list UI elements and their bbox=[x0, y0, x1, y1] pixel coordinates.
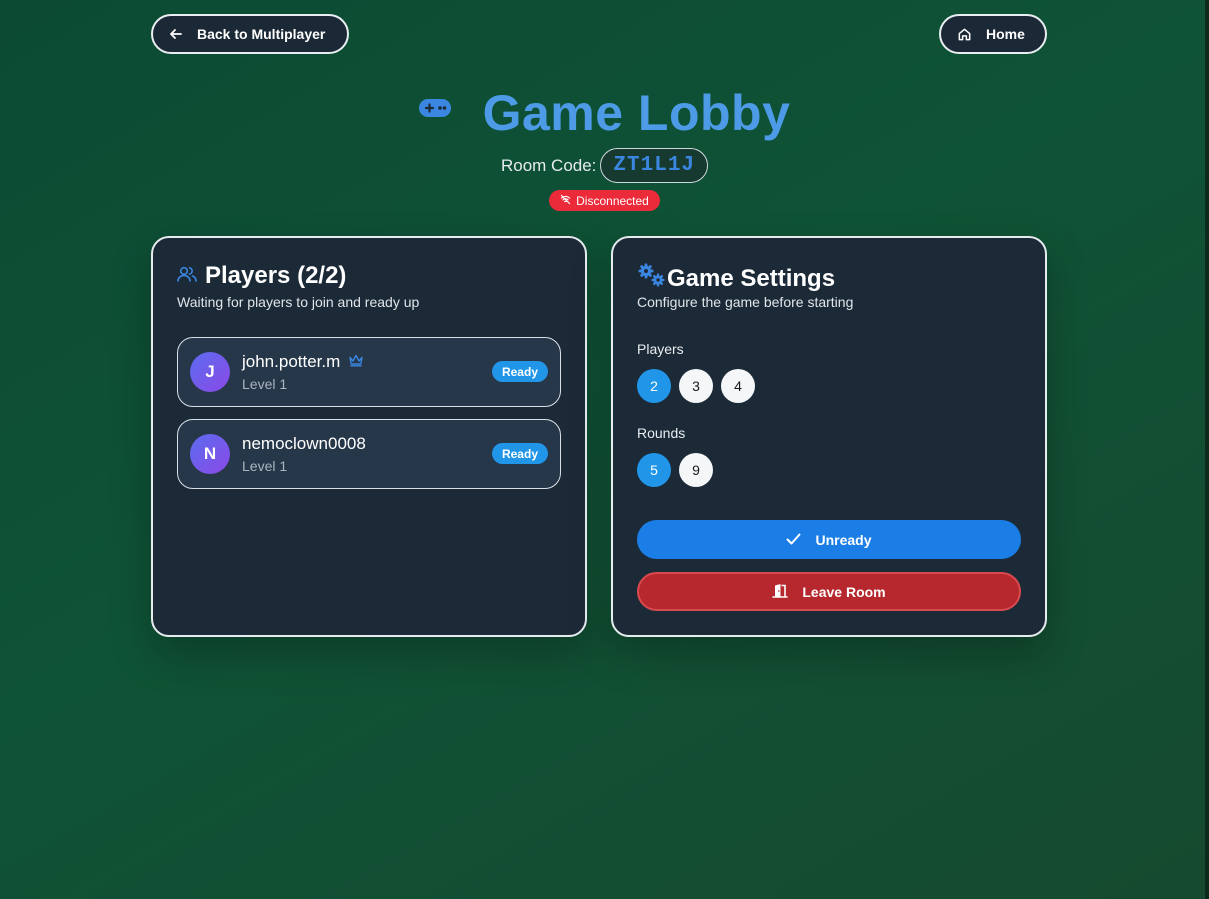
avatar: N bbox=[190, 434, 230, 474]
ready-badge: Ready bbox=[491, 443, 548, 464]
players-count-label: Players bbox=[637, 341, 684, 357]
leave-room-button[interactable]: Leave Room bbox=[637, 572, 1021, 611]
player-level: Level 1 bbox=[242, 376, 288, 392]
users-icon bbox=[177, 262, 197, 290]
connection-status-text: Disconnected bbox=[576, 193, 649, 208]
player-name: nemoclown0008 bbox=[242, 434, 366, 453]
players-card-header: Players (2/2) bbox=[177, 262, 346, 290]
player-row: N nemoclown0008 Level 1 Ready bbox=[177, 419, 561, 489]
settings-card-header: Game Settings bbox=[637, 262, 835, 295]
rounds-option-5[interactable]: 5 bbox=[637, 453, 671, 487]
gears-icon bbox=[637, 262, 667, 295]
avatar: J bbox=[190, 352, 230, 392]
back-button-label: Back to Multiplayer bbox=[197, 26, 326, 42]
gamepad-icon bbox=[418, 98, 451, 123]
unready-button-label: Unready bbox=[815, 531, 872, 548]
players-option-3[interactable]: 3 bbox=[679, 369, 713, 403]
players-card: Players (2/2) Waiting for players to joi… bbox=[151, 236, 587, 637]
room-code[interactable]: ZT1L1J bbox=[600, 148, 709, 183]
player-level: Level 1 bbox=[242, 458, 288, 474]
players-count-options: 2 3 4 bbox=[637, 369, 755, 403]
ready-badge: Ready bbox=[491, 361, 548, 382]
door-exit-icon bbox=[772, 583, 789, 601]
rounds-option-9[interactable]: 9 bbox=[679, 453, 713, 487]
home-button-label: Home bbox=[986, 26, 1025, 42]
players-option-2[interactable]: 2 bbox=[637, 369, 671, 403]
room-code-row: Room Code: ZT1L1J bbox=[0, 148, 1209, 183]
home-icon bbox=[957, 27, 972, 42]
rounds-label: Rounds bbox=[637, 425, 686, 441]
page-title: Game Lobby bbox=[482, 85, 791, 141]
page-header: Game Lobby bbox=[0, 84, 1209, 142]
status-row: Disconnected bbox=[0, 190, 1209, 211]
players-card-title: Players (2/2) bbox=[205, 262, 347, 289]
player-name: john.potter.m bbox=[242, 352, 341, 371]
arrow-left-icon bbox=[169, 27, 183, 41]
settings-card-title: Game Settings bbox=[667, 264, 836, 292]
settings-card: Game Settings Configure the game before … bbox=[611, 236, 1047, 637]
player-name-row: john.potter.m bbox=[242, 352, 364, 372]
player-name-row: nemoclown0008 bbox=[242, 434, 366, 454]
home-button[interactable]: Home bbox=[939, 14, 1047, 54]
back-to-multiplayer-button[interactable]: Back to Multiplayer bbox=[151, 14, 349, 54]
crown-icon bbox=[348, 352, 364, 372]
player-row: J john.potter.m Level 1 Ready bbox=[177, 337, 561, 407]
settings-card-subtitle: Configure the game before starting bbox=[637, 294, 854, 310]
players-option-4[interactable]: 4 bbox=[721, 369, 755, 403]
check-icon bbox=[786, 532, 801, 548]
leave-room-button-label: Leave Room bbox=[802, 583, 886, 600]
room-code-label: Room Code: bbox=[500, 155, 597, 175]
connection-status-badge: Disconnected bbox=[549, 190, 660, 211]
wifi-off-icon bbox=[560, 194, 571, 208]
players-card-subtitle: Waiting for players to join and ready up bbox=[177, 294, 420, 310]
rounds-options: 5 9 bbox=[637, 453, 713, 487]
unready-button[interactable]: Unready bbox=[637, 520, 1021, 559]
